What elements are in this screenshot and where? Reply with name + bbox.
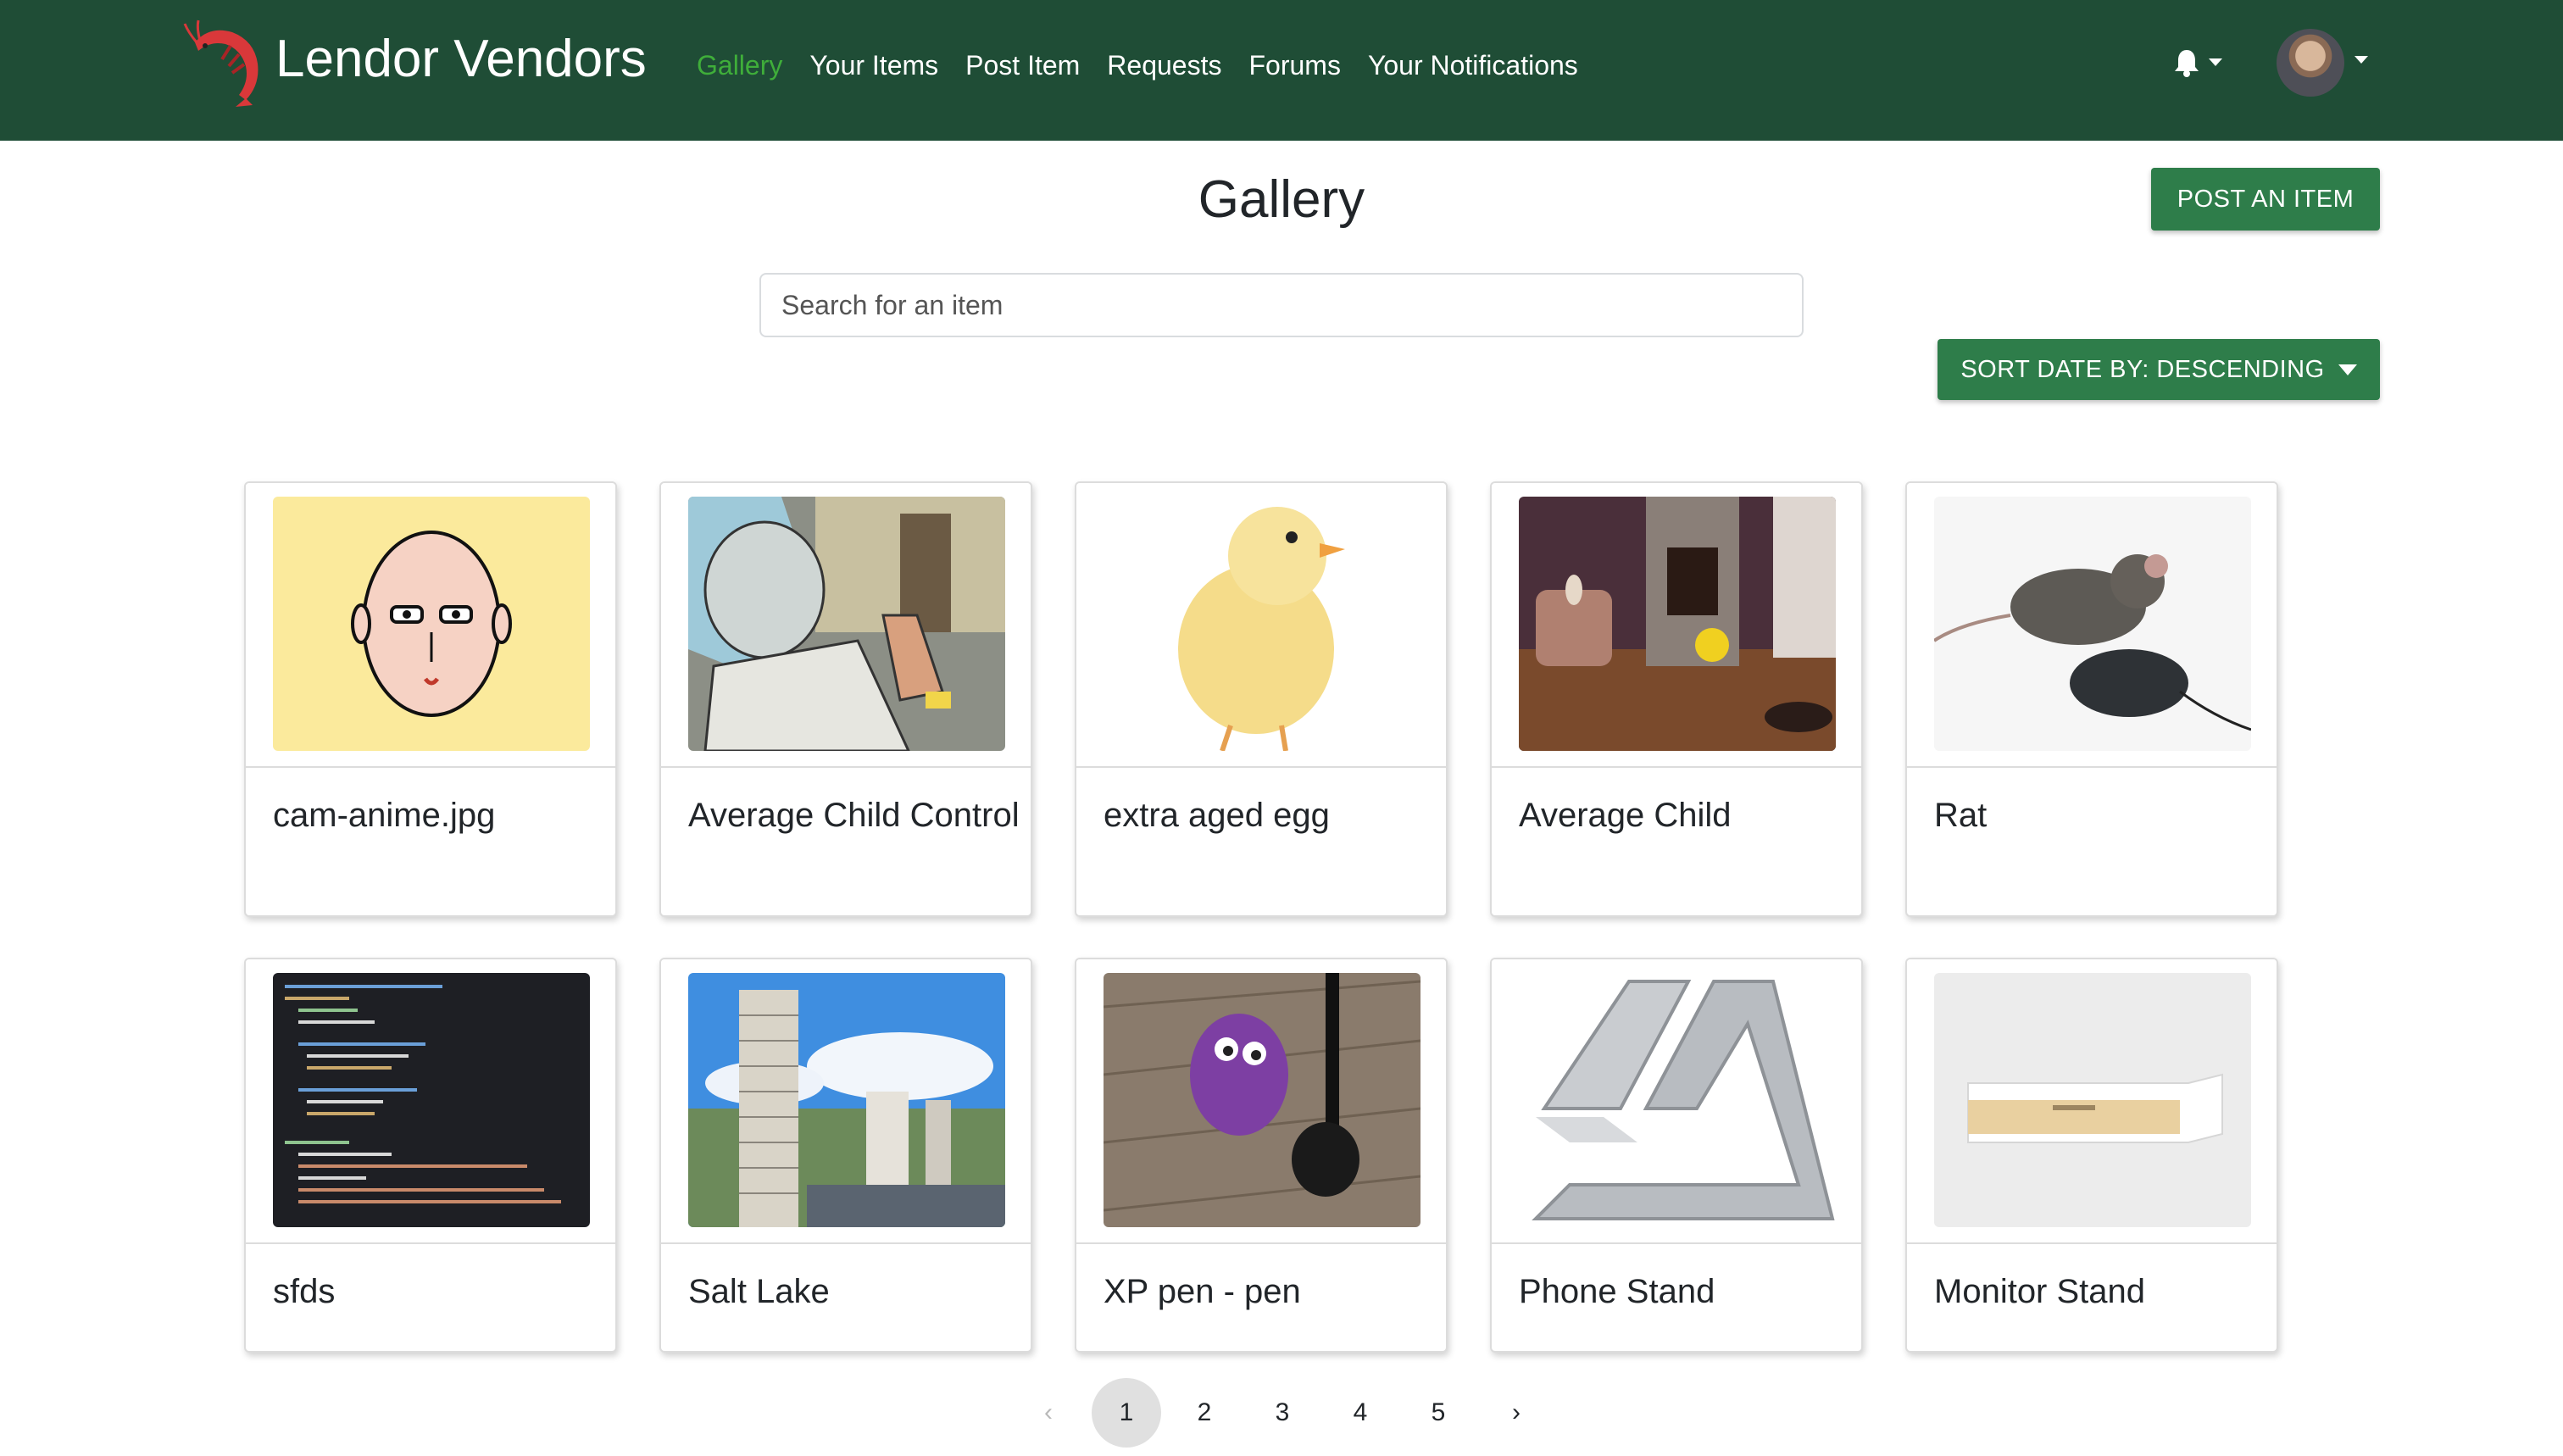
item-image [1519, 497, 1836, 751]
card-image-area [1907, 959, 2277, 1244]
brand-logo[interactable] [180, 17, 273, 110]
shrimp-logo-icon [183, 19, 259, 107]
nav-requests[interactable]: Requests [1107, 44, 1221, 86]
nav-your-items[interactable]: Your Items [809, 44, 938, 86]
item-image [1934, 497, 2251, 751]
caret-down-icon [2338, 364, 2357, 375]
item-image [688, 497, 1005, 751]
page-title: Gallery [1198, 170, 1365, 229]
item-title: Rat [1934, 797, 1988, 834]
item-title: Salt Lake [688, 1273, 830, 1310]
page-1-button[interactable]: 1 [1092, 1378, 1161, 1448]
user-menu[interactable] [2277, 29, 2370, 98]
page-2-button[interactable]: 2 [1170, 1378, 1239, 1448]
item-image [1104, 973, 1420, 1227]
card-image-area [661, 483, 1031, 768]
item-card[interactable]: Monitor Stand [1905, 958, 2278, 1353]
card-image-area [661, 959, 1031, 1244]
top-navbar: Lendor Vendors Gallery Your Items Post I… [0, 0, 2563, 141]
item-title: Monitor Stand [1934, 1273, 2146, 1310]
item-image [1104, 497, 1420, 751]
search-input[interactable] [759, 273, 1804, 337]
item-title: Average Child [1519, 797, 1732, 834]
bell-icon [2175, 50, 2199, 77]
item-image [273, 973, 590, 1227]
card-image-area [1076, 959, 1446, 1244]
avatar [2277, 29, 2344, 97]
nav-links: Gallery Your Items Post Item Requests Fo… [697, 44, 1605, 86]
post-item-button[interactable]: POST AN ITEM [2151, 168, 2380, 231]
item-image [1519, 973, 1836, 1227]
card-image-area [246, 483, 615, 768]
item-card[interactable]: XP pen - pen [1075, 958, 1448, 1353]
nav-forums[interactable]: Forums [1248, 44, 1340, 86]
page-5-button[interactable]: 5 [1404, 1378, 1473, 1448]
sort-date-button[interactable]: SORT DATE BY: DESCENDING [1938, 339, 2380, 400]
card-image-area [1076, 483, 1446, 768]
sort-label: SORT DATE BY: DESCENDING [1960, 355, 2325, 383]
page-3-button[interactable]: 3 [1248, 1378, 1317, 1448]
item-card[interactable]: Salt Lake [659, 958, 1032, 1353]
card-image-area [1492, 959, 1861, 1244]
card-image-area [1907, 483, 2277, 768]
page-4-button[interactable]: 4 [1326, 1378, 1395, 1448]
nav-gallery[interactable]: Gallery [697, 44, 782, 86]
item-card[interactable]: Average Child Control [659, 481, 1032, 917]
item-title: extra aged egg [1104, 797, 1330, 834]
nav-your-notifications[interactable]: Your Notifications [1368, 44, 1578, 86]
item-title: XP pen - pen [1104, 1273, 1301, 1310]
card-image-area [246, 959, 615, 1244]
card-image-area [1492, 483, 1861, 768]
item-image [688, 973, 1005, 1227]
item-card[interactable]: cam-anime.jpg [244, 481, 617, 917]
item-card[interactable]: Phone Stand [1490, 958, 1863, 1353]
item-title: Phone Stand [1519, 1273, 1715, 1310]
brand-name[interactable]: Lendor Vendors [275, 25, 647, 93]
item-card[interactable]: extra aged egg [1075, 481, 1448, 917]
item-image [1934, 973, 2251, 1227]
notifications-dropdown[interactable] [2171, 47, 2231, 81]
nav-post-item[interactable]: Post Item [965, 44, 1080, 86]
prev-page-button[interactable]: ‹ [1014, 1378, 1083, 1448]
item-title: sfds [273, 1273, 336, 1310]
next-page-button[interactable]: › [1482, 1378, 1551, 1448]
chevron-down-icon [2209, 58, 2222, 66]
item-card[interactable]: sfds [244, 958, 617, 1353]
item-title: cam-anime.jpg [273, 797, 496, 834]
item-card[interactable]: Average Child [1490, 481, 1863, 917]
item-title: Average Child Control [688, 797, 1020, 834]
chevron-down-icon [2355, 56, 2368, 64]
item-image [273, 497, 590, 751]
item-card[interactable]: Rat [1905, 481, 2278, 917]
